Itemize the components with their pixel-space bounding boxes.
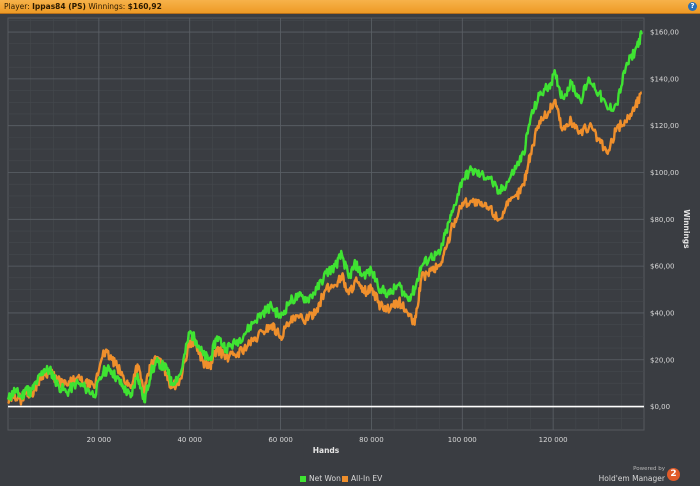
winnings-label: Winnings: [88,2,126,11]
y-tick-label: $60,00 [650,263,675,271]
y-tick-label: $80,00 [650,216,675,224]
legend-swatch-net-won [300,475,306,482]
y-tick-label: $20,00 [650,356,675,364]
y-axis-label: Winnings [682,209,691,249]
legend-swatch-allin-ev [342,475,348,482]
legend-label-allin-ev: All-In EV [351,474,383,483]
series-line-allin-ev [7,91,643,406]
y-tick-label: $0,00 [650,403,670,411]
y-tick-label: $120,00 [650,122,679,130]
player-name: Ippas84 (PS) [32,2,86,11]
powered-by-text: Powered by [633,466,665,472]
legend-label-net-won: Net Won [309,474,341,483]
x-tick-label: 120 000 [539,436,568,444]
chart-legend: Net Won All-In EV [0,474,700,486]
x-tick-label: 100 000 [448,436,477,444]
y-tick-label: $100,00 [650,169,679,177]
winnings-chart: 20 000 40 000 60 000 80 000 100 000 120 000 $0… [6,17,691,455]
title-bar: Player: Ippas84 (PS) Winnings: $160,92 ? [0,0,700,14]
y-tick-label: $140,00 [650,75,679,83]
product-name: Hold'em Manager [598,474,665,483]
winnings-value: $160,92 [127,2,162,11]
player-info: Player: Ippas84 (PS) Winnings: $160,92 [4,0,162,13]
series-line-net-won [6,30,643,404]
x-tick-label: 60 000 [268,436,293,444]
brand-logo: Powered by Hold'em Manager 2 [598,466,692,484]
x-tick-label: 20 000 [87,436,112,444]
x-tick-label: 40 000 [177,436,202,444]
legend-item-net-won[interactable]: Net Won [300,474,341,484]
chart-series [6,30,643,406]
legend-item-allin-ev[interactable]: All-In EV [342,474,382,484]
hm2-badge-icon: 2 [667,468,680,481]
player-label: Player: [4,2,30,11]
y-tick-label: $160,00 [650,29,679,37]
help-icon[interactable]: ? [688,2,697,11]
x-tick-label: 80 000 [359,436,384,444]
x-axis-label: Hands [313,446,340,455]
y-tick-label: $40,00 [650,309,675,317]
